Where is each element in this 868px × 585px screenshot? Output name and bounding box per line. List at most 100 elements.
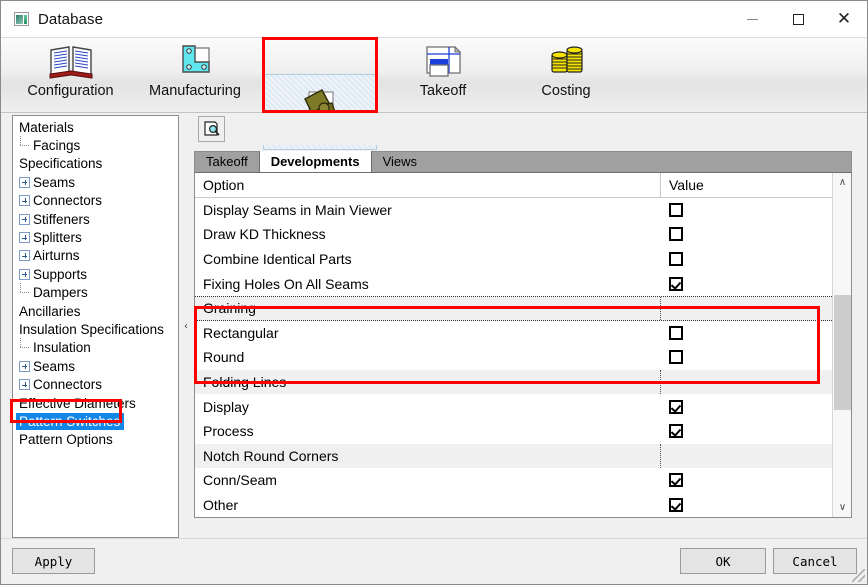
resize-grip[interactable] [852,569,865,582]
maximize-button[interactable] [775,1,821,37]
grid-row[interactable]: Folding Lines [195,369,832,395]
tree-item-seams[interactable]: Seams [13,173,178,191]
tree-item-connectors[interactable]: Connectors [13,192,178,210]
tree-item-label: Facings [33,138,81,154]
expand-plus-icon[interactable] [19,268,30,280]
grid-row[interactable]: Round [195,345,832,370]
grid-cell-option: Graining [195,296,661,320]
tree-leaf-connector-icon [19,136,30,151]
checkbox-unchecked[interactable] [669,252,683,267]
grid-header-row: Option Value [195,173,832,198]
scrollbar-thumb[interactable] [834,295,851,410]
scroll-up-button[interactable]: ∧ [833,173,851,192]
grid-row[interactable]: Display Seams in Main Viewer [195,197,832,223]
checkbox-checked[interactable] [669,424,683,439]
tab-strip: Takeoff Developments Views [194,151,852,172]
expand-plus-icon[interactable] [19,379,30,391]
tree-list: Materials Facings Specifications Seams Conne… [13,118,178,449]
tree-item-insulation[interactable]: Insulation [13,338,178,357]
checkbox-unchecked[interactable] [669,350,683,365]
minimize-button[interactable] [729,1,775,37]
cancel-button[interactable]: Cancel [773,548,857,574]
tree-item-pattern-options[interactable]: Pattern Options [13,431,178,449]
expand-plus-icon[interactable] [19,250,30,262]
grid-cell-value [661,297,832,320]
checkbox-checked[interactable] [669,276,683,291]
tree-item-materials[interactable]: Materials [13,118,178,136]
grid-header-option[interactable]: Option [195,173,661,197]
grid-row[interactable]: Rectangular [195,320,832,346]
tab-views[interactable]: Views [372,151,428,172]
bracket-part-icon [171,40,219,84]
checkbox-unchecked[interactable] [669,227,683,242]
scroll-down-button[interactable]: ∨ [833,498,851,517]
grid-vertical-scrollbar[interactable]: ∧ ∨ [832,173,851,517]
grid-cell-value [661,345,832,370]
grid-cell-option: Process [203,423,254,440]
grid-row[interactable]: Process [195,418,832,444]
grid-row[interactable]: Other [195,492,832,517]
grid-cell-value [661,419,832,444]
checkbox-checked[interactable] [669,498,683,513]
grid-row[interactable]: Combine Identical Parts [195,246,832,272]
grid-row[interactable]: Graining [195,295,832,321]
print-preview-button[interactable] [198,116,225,142]
grid-cell-value [661,468,832,493]
tree-item-seams[interactable]: Seams [13,357,178,375]
ok-button[interactable]: OK [680,548,766,574]
checkbox-checked[interactable] [669,473,683,488]
tree-item-dampers[interactable]: Dampers [13,283,178,302]
title-bar: Database ✕ [1,1,867,37]
tree-item-effective-diameters[interactable]: Effective Diameters [13,394,178,412]
tree-item-pattern-switches[interactable]: Pattern Switches [13,412,178,430]
expand-plus-icon[interactable] [19,360,30,372]
grid-cell-option: Notch Round Corners [195,443,661,469]
database-window-icon [14,12,29,26]
tab-takeoff[interactable]: Takeoff [195,151,259,172]
ribbon-item-costing[interactable]: Costing [519,40,613,110]
tree-item-ancillaries[interactable]: Ancillaries [13,302,178,320]
tab-developments[interactable]: Developments [258,151,372,172]
ribbon-item-manufacturing[interactable]: Manufacturing [135,40,255,110]
expand-plus-icon[interactable] [19,195,30,207]
grid-cell-option: Display [203,398,249,415]
apply-button[interactable]: Apply [12,548,95,574]
checkbox-checked[interactable] [669,399,683,414]
print-preview-icon [203,121,220,136]
checkbox-unchecked[interactable] [669,202,683,217]
grid-row[interactable]: Draw KD Thickness [195,222,832,247]
tree-item-facings[interactable]: Facings [13,136,178,154]
grid-cell-option: Other [203,497,239,514]
grid-cell-option: Folding Lines [195,369,661,395]
grid-row[interactable]: Display [195,394,832,419]
grid-cell-option: Round [203,349,245,366]
ribbon-item-takeoff[interactable]: Takeoff [397,40,489,110]
grid-row[interactable]: Conn/Seam [195,468,832,493]
options-grid-body: Option Value Display Seams in Main Viewer D… [195,173,832,517]
panel-splitter[interactable]: ‹ [181,115,191,538]
tree-leaf-connector-icon [19,283,30,298]
grid-row[interactable]: Fixing Holes On All Seams [195,271,832,296]
tree-item-supports[interactable]: Supports [13,265,178,283]
tree-item-connectors[interactable]: Connectors [13,375,178,393]
tree-item-insulation-specifications[interactable]: Insulation Specifications [13,320,178,338]
expand-plus-icon[interactable] [19,232,30,244]
tree-panel[interactable]: Materials Facings Specifications Seams Conne… [12,115,179,538]
checkbox-unchecked[interactable] [669,325,683,340]
ribbon-item-configuration[interactable]: Configuration [15,40,126,110]
tree-item-splitters[interactable]: Splitters [13,228,178,246]
ribbon-label-costing: Costing [541,83,591,99]
grid-cell-value [661,247,832,272]
grid-cell-option: Combine Identical Parts [203,251,352,268]
grid-header-value[interactable]: Value [661,173,832,197]
grid-row[interactable]: Notch Round Corners [195,443,832,469]
tree-item-label: Specifications [19,156,103,172]
expand-plus-icon[interactable] [19,213,30,225]
tree-item-airturns[interactable]: Airturns [13,247,178,265]
close-button[interactable]: ✕ [821,1,867,37]
tree-item-label: Airturns [33,248,80,264]
tree-item-stiffeners[interactable]: Stiffeners [13,210,178,228]
tree-item-specifications[interactable]: Specifications [13,155,178,173]
expand-plus-icon[interactable] [19,176,30,188]
window-title: Database [38,10,104,28]
